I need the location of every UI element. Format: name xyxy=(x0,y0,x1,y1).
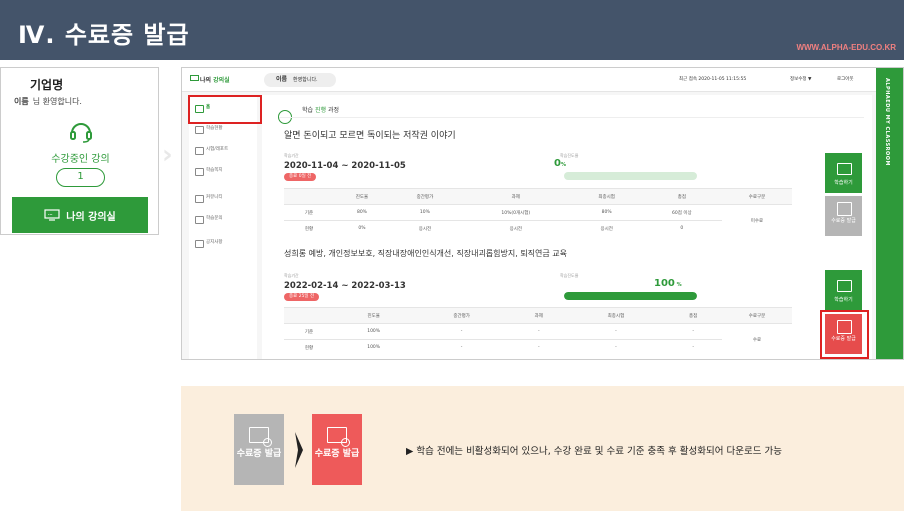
headset-icon xyxy=(70,123,92,143)
slide-header: Ⅳ. 수료증 발급 WWW.ALPHA-EDU.CO.KR xyxy=(0,0,904,60)
progress-value: 100 % xyxy=(654,278,682,289)
svg-text:···: ··· xyxy=(48,212,53,217)
site-url: WWW.ALPHA-EDU.CO.KR xyxy=(796,43,896,52)
monitor-icon xyxy=(190,75,199,81)
classroom-screenshot: 나의 강의실 이름 환영합니다. 최근 접속 2020-11-05 11:15:5… xyxy=(181,67,904,360)
classroom-main: 학습 진행 과정 알면 돈이되고 모르면 독이되는 저작권 이야기 학습기간 2… xyxy=(262,95,872,359)
completion-status: 수료 xyxy=(722,323,792,356)
slide-title: Ⅳ. 수료증 발급 xyxy=(18,21,190,49)
certificate-icon xyxy=(327,427,350,447)
enrolled-count: 1 xyxy=(56,168,105,187)
progress-value: 0% xyxy=(554,158,566,169)
divider xyxy=(279,117,864,118)
company-name: 기업명 xyxy=(30,78,64,92)
status-badge: 종료 25일 전 xyxy=(284,293,320,301)
course-dates: 2020-11-04 ~ 2020-11-05 xyxy=(284,161,406,171)
nav-exams[interactable]: 시험/레포트 xyxy=(189,141,257,159)
highlight-home xyxy=(188,95,262,124)
nav-notice[interactable]: 공지사항 xyxy=(189,234,257,252)
certificate-inactive: 수료증 발급 xyxy=(234,414,284,485)
status-badge: 종료 0일 전 xyxy=(284,173,317,181)
edit-info-link[interactable]: 정보수정 ▼ xyxy=(790,76,811,82)
progress-bar xyxy=(564,292,697,300)
course-title: 알면 돈이되고 모르면 독이되는 저작권 이야기 xyxy=(284,131,456,141)
user-name-pill: 이름 환영합니다. xyxy=(264,73,336,87)
user-card: 기업명 이름 님 환영합니다. 수강중인 강의 1 ··· 나의 강의실 xyxy=(0,67,159,235)
progress-bar xyxy=(564,172,697,180)
monitor-icon: ··· xyxy=(44,209,60,221)
progress-label: 학습진도율 xyxy=(560,273,579,278)
logout-link[interactable]: 로그아웃 xyxy=(837,76,854,82)
classroom-brand: 나의 강의실 xyxy=(200,77,230,84)
nav-messages[interactable]: 학습쪽지 xyxy=(189,162,257,180)
classroom-topbar: 나의 강의실 이름 환영합니다. 최근 접속 2020-11-05 11:15:5… xyxy=(182,68,878,92)
nav-inquiry[interactable]: 학습문의 xyxy=(189,210,257,228)
explanation-panel: 수료증 발급 수료증 발급 ▶ 학습 전에는 비활성화되어 있으나, 수강 완료… xyxy=(181,386,904,511)
study-button[interactable]: 학습하기 xyxy=(825,270,862,310)
grade-table: 진도율 중간평가 과제 최종시험 총점 수료구분 기준 80% 10% 10%(0개시험) 80%… xyxy=(284,188,792,237)
course-title: 성희롱 예방, 개인정보보호, 직장내장애인인식개선, 직장내괴롭힘방지, 퇴직… xyxy=(284,249,568,258)
completion-status: 미수료 xyxy=(722,204,792,237)
classroom-nav: 홈 학습현황 시험/레포트 학습쪽지 커뮤니티 학습문의 공지사항 xyxy=(189,95,257,359)
last-login: 최근 접속 2020-11-05 11:15:55 xyxy=(679,77,747,82)
period-label: 학습기간 xyxy=(284,273,299,278)
certificate-button-disabled: 수료증 발급 xyxy=(825,196,862,236)
section-crumb: 학습 진행 과정 xyxy=(302,107,339,114)
side-brand-bar: ALPHAEDU MY CLASSROOM xyxy=(876,68,903,359)
certificate-active: 수료증 발급 xyxy=(312,414,362,485)
arrow-right-icon xyxy=(295,432,303,468)
grade-table: 진도율 중간평가 과제 최종시험 총점 수료구분 기준 100% - - - - 수료 현황 100% -… xyxy=(284,307,792,356)
welcome-text: 이름 님 환영합니다. xyxy=(14,97,82,106)
nav-community[interactable]: 커뮤니티 xyxy=(189,189,257,207)
period-label: 학습기간 xyxy=(284,153,299,158)
course-dates: 2022-02-14 ~ 2022-03-13 xyxy=(284,281,406,291)
my-classroom-button[interactable]: ··· 나의 강의실 xyxy=(12,197,148,233)
highlight-certificate xyxy=(820,310,869,359)
certificate-icon xyxy=(249,427,272,447)
study-button[interactable]: 학습하기 xyxy=(825,153,862,193)
enrolled-label: 수강중인 강의 xyxy=(51,154,110,165)
chevron-right-icon: › xyxy=(162,140,173,170)
explanation-note: ▶ 학습 전에는 비활성화되어 있으나, 수강 완료 및 수료 기준 충족 후 … xyxy=(406,446,782,457)
